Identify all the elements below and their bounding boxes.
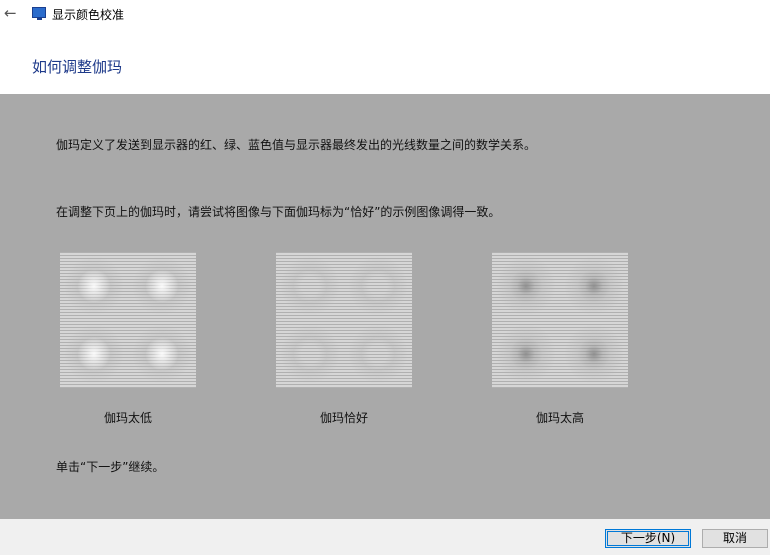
gamma-too-low-sample-image <box>60 252 196 388</box>
gamma-spot <box>132 324 192 384</box>
gamma-too-low-caption: 伽玛太低 <box>103 411 152 425</box>
back-arrow-icon[interactable]: ← <box>4 5 20 21</box>
page-heading: 如何调整伽玛 <box>32 58 123 76</box>
gamma-spot <box>348 324 408 384</box>
gamma-spot <box>132 256 192 316</box>
footer-bar: 下一步(N) 取消 <box>0 519 770 555</box>
title-bar: ← 显示颜色校准 <box>0 0 770 30</box>
gamma-description: 伽玛定义了发送到显示器的红、绿、蓝色值与显示器最终发出的光线数量之间的数学关系。 <box>56 138 537 152</box>
next-button[interactable]: 下一步(N) <box>605 529 691 548</box>
gamma-spot <box>64 324 124 384</box>
gamma-just-right-sample-image <box>276 252 412 388</box>
gamma-spot <box>64 256 124 316</box>
gamma-too-high-caption: 伽玛太高 <box>535 411 584 425</box>
continue-hint: 单击“下一步”继续。 <box>56 460 165 474</box>
gamma-instruction: 在调整下页上的伽玛时，请尝试将图像与下面伽玛标为“恰好”的示例图像调得一致。 <box>56 205 501 219</box>
gamma-spot <box>564 324 624 384</box>
gamma-spot <box>496 256 556 316</box>
gamma-spot <box>564 256 624 316</box>
content-panel: 伽玛定义了发送到显示器的红、绿、蓝色值与显示器最终发出的光线数量之间的数学关系。… <box>0 94 770 519</box>
gamma-too-high-sample-image <box>492 252 628 388</box>
gamma-spot <box>348 256 408 316</box>
gamma-spot <box>280 324 340 384</box>
cancel-button[interactable]: 取消 <box>702 529 768 548</box>
gamma-spot <box>280 256 340 316</box>
gamma-just-right-caption: 伽玛恰好 <box>319 411 368 425</box>
monitor-icon <box>32 7 46 20</box>
gamma-spot <box>496 324 556 384</box>
window-title: 显示颜色校准 <box>52 8 125 22</box>
